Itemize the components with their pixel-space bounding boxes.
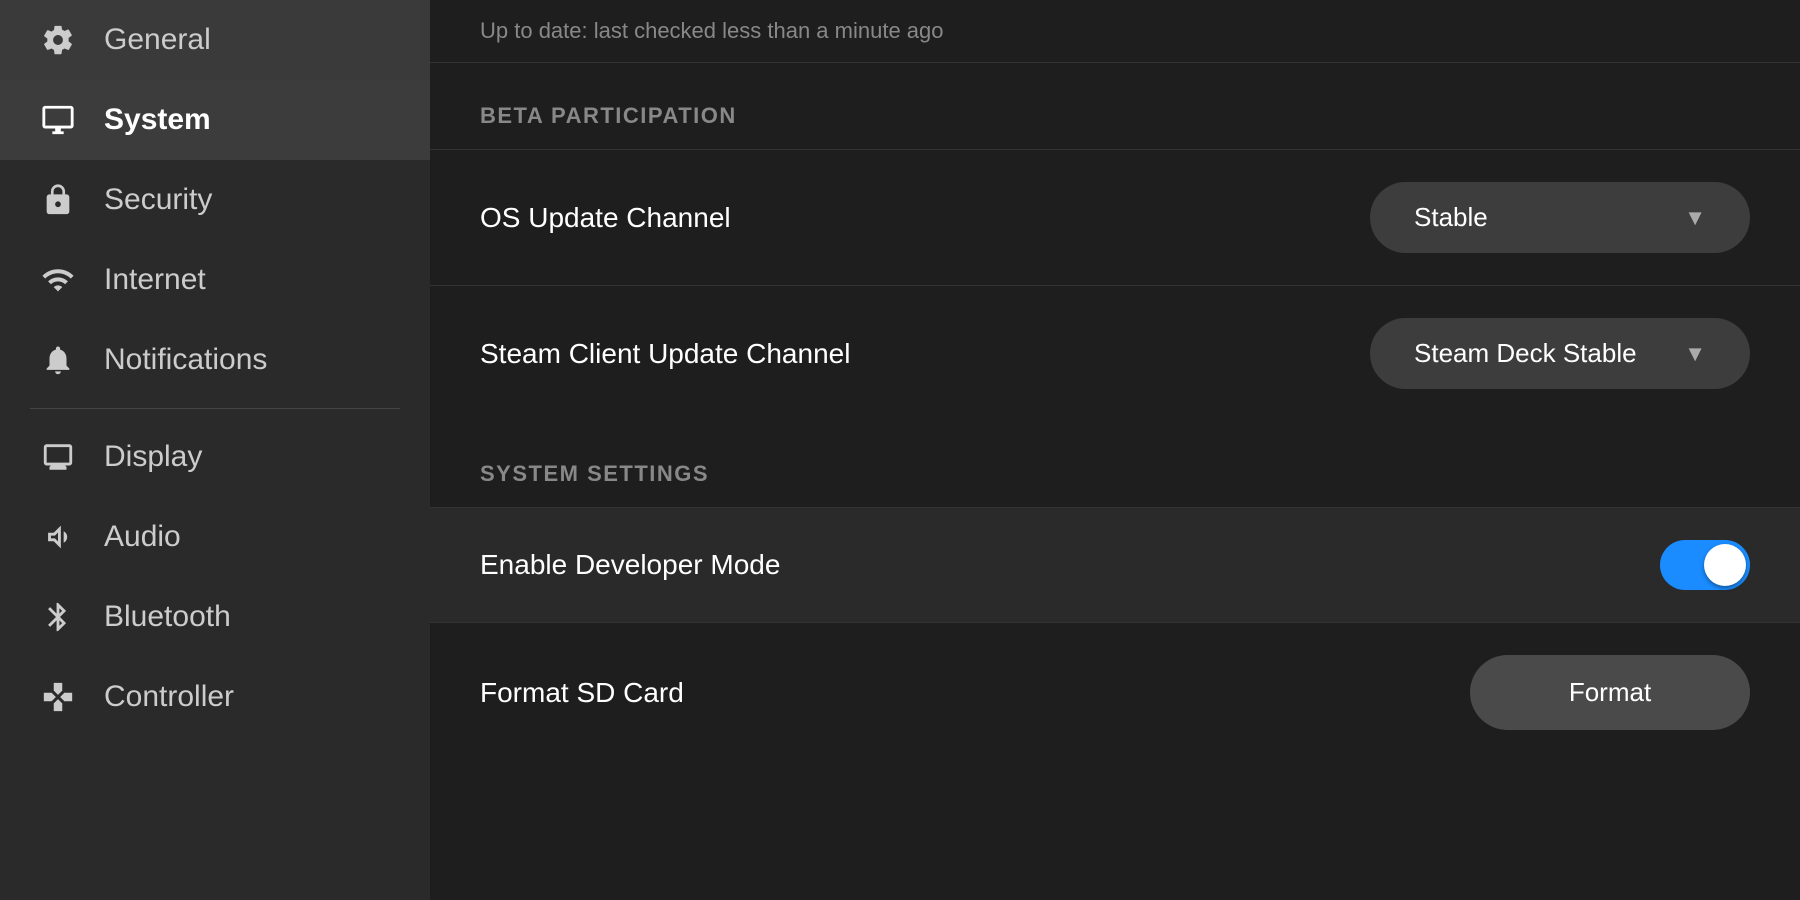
sidebar-item-display[interactable]: Display [0,417,430,497]
main-content: Up to date: last checked less than a min… [430,0,1800,900]
sidebar-item-security[interactable]: Security [0,160,430,240]
sidebar-item-notifications[interactable]: Notifications [0,320,430,400]
sidebar-item-bluetooth[interactable]: Bluetooth [0,577,430,657]
sidebar-item-system-label: System [104,103,211,137]
sidebar-item-security-label: Security [104,183,212,217]
gamepad-icon [40,679,76,715]
sidebar-item-internet-label: Internet [104,263,206,297]
sidebar: General System Security Internet [0,0,430,900]
speaker-icon [40,519,76,555]
steam-client-update-channel-dropdown[interactable]: Steam Deck Stable ▼ [1370,318,1750,389]
sidebar-item-audio-label: Audio [104,520,181,554]
os-update-channel-dropdown[interactable]: Stable ▼ [1370,182,1750,253]
developer-mode-row: Enable Developer Mode [430,507,1800,622]
beta-section-header: BETA PARTICIPATION [430,63,1800,149]
toggle-knob [1704,544,1746,586]
wifi-icon [40,262,76,298]
lock-icon [40,182,76,218]
system-settings-header: SYSTEM SETTINGS [430,421,1800,507]
sidebar-divider [30,408,400,409]
chevron-down-icon: ▼ [1684,205,1706,231]
display-icon [40,439,76,475]
format-button[interactable]: Format [1470,655,1750,730]
chevron-down-icon-2: ▼ [1684,341,1706,367]
sidebar-item-internet[interactable]: Internet [0,240,430,320]
sidebar-item-bluetooth-label: Bluetooth [104,600,231,634]
os-update-channel-value: Stable [1414,202,1488,233]
sidebar-item-notifications-label: Notifications [104,343,267,377]
sidebar-item-system[interactable]: System [0,80,430,160]
format-sd-card-row: Format SD Card Format [430,622,1800,762]
os-update-channel-dropdown-wrapper: Stable ▼ [1370,182,1750,253]
bluetooth-icon [40,599,76,635]
developer-mode-label: Enable Developer Mode [480,549,780,581]
developer-mode-toggle[interactable] [1660,540,1750,590]
format-sd-card-label: Format SD Card [480,677,684,709]
monitor-icon [40,102,76,138]
sidebar-item-general-label: General [104,23,211,57]
steam-client-update-channel-row: Steam Client Update Channel Steam Deck S… [430,285,1800,421]
sidebar-item-controller[interactable]: Controller [0,657,430,737]
sidebar-item-audio[interactable]: Audio [0,497,430,577]
steam-client-update-channel-value: Steam Deck Stable [1414,338,1637,369]
sidebar-item-general[interactable]: General [0,0,430,80]
status-text: Up to date: last checked less than a min… [430,0,1800,63]
os-update-channel-label: OS Update Channel [480,202,731,234]
sidebar-item-controller-label: Controller [104,680,234,714]
os-update-channel-row: OS Update Channel Stable ▼ [430,149,1800,285]
steam-client-update-channel-dropdown-wrapper: Steam Deck Stable ▼ [1370,318,1750,389]
steam-client-update-channel-label: Steam Client Update Channel [480,338,850,370]
sidebar-item-display-label: Display [104,440,202,474]
gear-icon [40,22,76,58]
bell-icon [40,342,76,378]
